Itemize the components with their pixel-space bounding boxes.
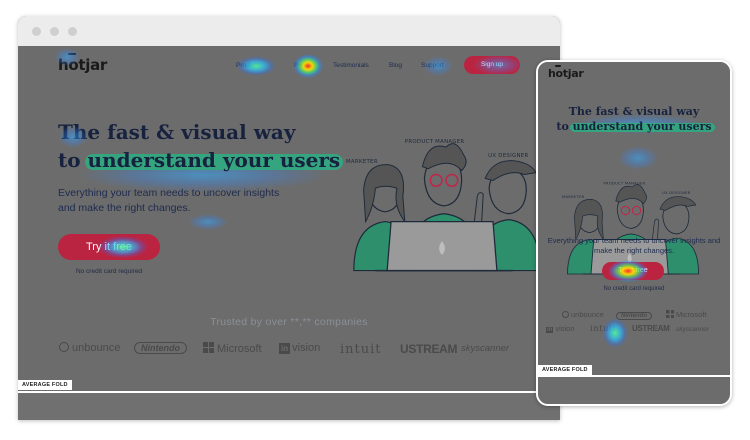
unbounce-icon [562, 311, 569, 318]
hero-title: The fast & visual way to understand your… [58, 118, 358, 174]
browser-title-bar [18, 16, 560, 46]
window-close-dot[interactable] [32, 27, 41, 36]
desktop-browser-window: hotjar Product Pricing Testimonials Blog… [18, 16, 560, 420]
mobile-logo-ustream-text: USTREAM [632, 324, 670, 333]
heatmap-spot [618, 146, 658, 170]
heatmap-spot [188, 214, 228, 230]
signup-button[interactable]: Sign up [464, 56, 520, 74]
logo-nintendo-text: Nintendo [134, 342, 187, 354]
mobile-device-frame: hotjar The fast & visual way to understa… [536, 60, 732, 406]
trusted-by-label: Trusted by over **,** companies [210, 316, 368, 328]
no-credit-card-note: No credit card required [75, 268, 143, 275]
logo-nintendo: Nintendo [134, 342, 187, 354]
microsoft-icon [203, 342, 214, 353]
team-illustration: PRODUCT MANAGER MARKETER UX DESIGNER [346, 139, 541, 272]
mobile-illustration-tag-product-manager: PRODUCT MANAGER [603, 180, 645, 185]
nav-testimonials-link[interactable]: Testimonials [333, 62, 369, 69]
hero-title-prefix: to [58, 148, 81, 172]
window-minimize-dot[interactable] [50, 27, 59, 36]
logo-ustream-text: USTREAM [400, 342, 458, 356]
nav-support-link[interactable]: Support [421, 62, 444, 69]
logo-intuit-text: intuit [340, 342, 382, 357]
mobile-illustration-tag-ux-designer: UX DESIGNER [662, 190, 691, 195]
mobile-hero-title: The fast & visual way to understand your… [538, 104, 730, 134]
logo-microsoft: Microsoft [203, 342, 262, 355]
try-it-free-button[interactable]: Try it free [58, 234, 160, 260]
mobile-logo-intuit: intuit [590, 324, 616, 334]
mobile-try-it-free-button[interactable]: Try it free [602, 262, 664, 280]
nav-product-link[interactable]: Product [236, 62, 258, 69]
mobile-logo-nintendo: Nintendo [616, 310, 652, 320]
mobile-logo-ustream: USTREAM [632, 324, 670, 333]
window-maximize-dot[interactable] [68, 27, 77, 36]
mobile-logo-skyscanner: skyscanner [676, 324, 709, 333]
mobile-logo-invision: in vision [546, 324, 575, 333]
nav-pricing-link[interactable]: Pricing [294, 62, 314, 69]
mobile-logo-unbounce: unbounce [562, 310, 604, 319]
logo-intuit: intuit [340, 342, 382, 357]
logo-ustream: USTREAM [400, 342, 458, 356]
invision-icon: in [546, 327, 554, 333]
mobile-average-fold-label: AVERAGE FOLD [538, 365, 592, 375]
mobile-illustration-tag-marketer: MARKETER [562, 194, 584, 199]
mobile-logo-microsoft-text: Microsoft [676, 310, 707, 319]
nav-blog-link[interactable]: Blog [389, 62, 402, 69]
mobile-logo-microsoft: Microsoft [666, 310, 706, 319]
below-fold-area [18, 393, 560, 420]
mobile-no-credit-card-note: No credit card required [603, 286, 665, 292]
unbounce-icon [59, 342, 69, 352]
mobile-logo-skyscanner-text: skyscanner [676, 326, 709, 333]
hotjar-logo[interactable]: hotjar [58, 53, 107, 74]
logo-invision-text: vision [292, 342, 321, 354]
logo-skyscanner: skyscanner [461, 342, 509, 354]
mobile-hero-title-line1: The fast & visual way [568, 105, 700, 118]
hotjar-logo-mobile[interactable]: hotjar [548, 65, 584, 80]
mobile-logo-nintendo-text: Nintendo [616, 312, 652, 320]
mobile-logo-intuit-text: intuit [590, 324, 617, 334]
average-fold-label: AVERAGE FOLD [18, 380, 72, 390]
logo-skyscanner-text: skyscanner [461, 343, 510, 354]
mobile-header: hotjar [538, 62, 730, 84]
desktop-heatmap-page: hotjar Product Pricing Testimonials Blog… [18, 46, 560, 420]
hero-subtitle: Everything your team needs to uncover in… [58, 187, 280, 214]
hero-title-highlight: understand your users [87, 148, 341, 172]
mobile-logo-unbounce-text: unbounce [571, 310, 604, 319]
mobile-logo-invision-text: vision [555, 324, 575, 333]
microsoft-icon [666, 310, 674, 318]
illustration-tag-ux-designer: UX DESIGNER [488, 153, 528, 159]
mobile-hero-title-prefix: to [556, 120, 569, 133]
logo-invision: in vision [279, 342, 320, 354]
hero-title-line1: The fast & visual way [58, 120, 296, 144]
logo-microsoft-text: Microsoft [217, 343, 262, 355]
mobile-hero-subtitle: Everything your team needs to uncover in… [547, 236, 721, 255]
mobile-average-fold-line [538, 375, 730, 377]
invision-icon: in [279, 343, 291, 354]
mobile-hero-title-highlight: understand your users [572, 120, 712, 133]
logo-unbounce-text: unbounce [72, 342, 121, 354]
logo-unbounce: unbounce [59, 342, 120, 354]
illustration-tag-marketer: MARKETER [346, 159, 378, 165]
